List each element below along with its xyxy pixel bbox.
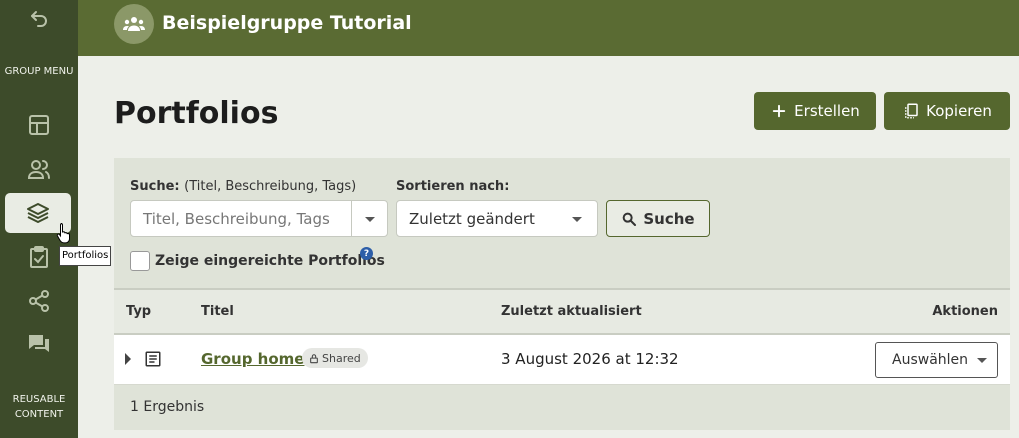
chevron-down-icon [977, 358, 987, 363]
chevron-down-icon [572, 217, 582, 222]
column-updated: Zuletzt aktualisiert [501, 304, 642, 319]
group-menu-label: GROUP MENU [4, 66, 74, 77]
undo-arrow-icon[interactable] [0, 7, 78, 31]
lock-icon [310, 353, 318, 363]
search-input-placeholder: Titel, Beschreibung, Tags [143, 209, 330, 228]
search-button[interactable]: Suche [606, 200, 710, 237]
tooltip: Portfolios [59, 246, 112, 266]
column-title: Titel [201, 304, 234, 319]
copy-button-label: Kopieren [926, 102, 992, 120]
sort-select[interactable]: Zuletzt geändert [396, 200, 598, 237]
search-button-label: Suche [643, 209, 695, 228]
page-title: Portfolios [114, 96, 279, 131]
search-label-main: Suche: [130, 179, 180, 194]
sort-label: Sortieren nach: [396, 179, 510, 194]
create-button-label: Erstellen [794, 102, 860, 120]
page-type-icon [145, 351, 161, 367]
updated-date: 3 August 2026 at 12:32 [501, 350, 679, 368]
layers-icon [27, 203, 49, 223]
copy-button[interactable]: Kopieren [884, 92, 1010, 130]
group-icon [114, 4, 154, 44]
search-icon [623, 212, 637, 226]
column-type: Typ [126, 304, 152, 319]
shared-badge-label: Shared [322, 351, 361, 365]
help-icon[interactable]: ? [360, 247, 373, 260]
layout-icon[interactable] [0, 113, 78, 137]
search-label-hint: (Titel, Beschreibung, Tags) [184, 179, 357, 194]
search-divider [351, 201, 352, 236]
show-submitted-checkbox[interactable] [130, 251, 150, 271]
expand-caret-icon[interactable] [124, 352, 132, 366]
chevron-down-icon[interactable] [365, 217, 375, 222]
hand-cursor-icon [56, 223, 70, 244]
search-panel: Suche: (Titel, Beschreibung, Tags) Titel… [114, 158, 1010, 288]
search-label: Suche: (Titel, Beschreibung, Tags) [130, 179, 356, 194]
create-button[interactable]: Erstellen [754, 92, 876, 130]
copy-icon [905, 103, 918, 119]
select-action-label: Auswählen [892, 352, 969, 368]
group-title[interactable]: Beispielgruppe Tutorial [162, 12, 412, 34]
chat-icon[interactable] [0, 332, 78, 356]
shared-badge: Shared [302, 348, 368, 368]
column-actions: Aktionen [932, 304, 998, 319]
reusable-content-label: REUSABLE CONTENT [12, 394, 66, 420]
search-input[interactable]: Titel, Beschreibung, Tags [130, 200, 388, 237]
table-footer: 1 Ergebnis [114, 385, 1010, 430]
sort-select-value: Zuletzt geändert [409, 209, 535, 228]
users-icon[interactable] [0, 157, 78, 181]
show-submitted-label[interactable]: Zeige eingereichte Portfolios [155, 253, 385, 269]
table-header: Typ Titel Zuletzt aktualisiert Aktionen [114, 288, 1010, 335]
group-sidebar: GROUP MENU REUSABLE CONTENT [0, 0, 78, 438]
share-icon[interactable] [0, 289, 78, 313]
portfolio-title-link[interactable]: Group home [201, 350, 304, 368]
select-action-button[interactable]: Auswählen [875, 342, 998, 378]
plus-icon [772, 104, 786, 118]
group-header: Beispielgruppe Tutorial [78, 0, 1019, 56]
table-row: Group home Shared 3 August 2026 at 12:32… [114, 335, 1010, 385]
result-count: 1 Ergebnis [130, 399, 205, 415]
